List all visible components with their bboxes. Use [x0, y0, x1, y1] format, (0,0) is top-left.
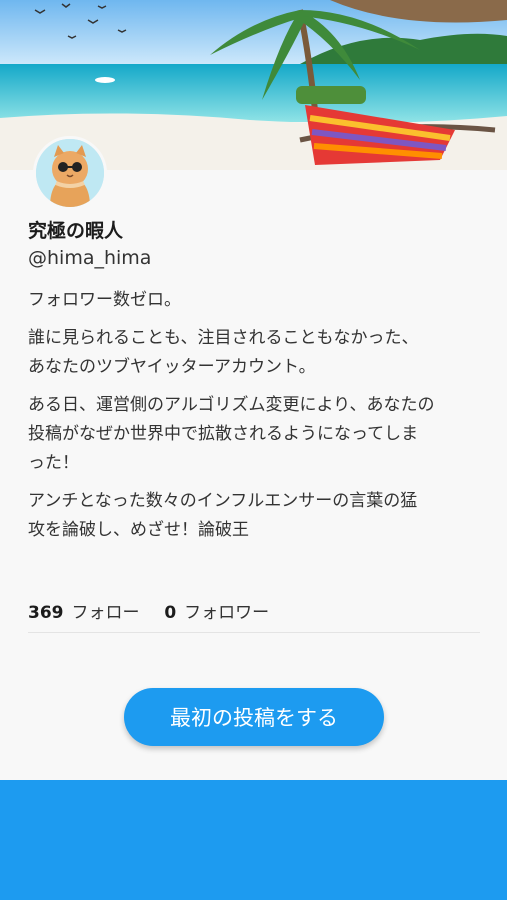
avatar[interactable] — [33, 136, 107, 210]
followers-label: フォロワー — [184, 603, 270, 623]
bio-paragraph: 誰に見られることも、注目されることもなかった、 あなたのツブヤイッターアカウント… — [28, 328, 419, 377]
following-stat[interactable]: 369 フォロー — [28, 603, 145, 623]
bio-paragraph: アンチとなった数々のインフルエンサーの言葉の猛 攻を論破し、めざせ！論破王 — [28, 491, 418, 540]
bio: フォロワー数ゼロ。 誰に見られることも、注目されることもなかった、 あなたのツブ… — [28, 286, 488, 554]
first-post-button[interactable]: 最初の投稿をする — [124, 688, 384, 746]
bio-paragraph: ある日、運営側のアルゴリズム変更により、あなたの 投稿がなぜか世界中で拡散される… — [28, 395, 435, 473]
divider — [28, 632, 480, 633]
followers-stat[interactable]: 0 フォロワー — [164, 603, 269, 623]
followers-count: 0 — [164, 603, 177, 623]
user-handle: @hima_hima — [28, 247, 152, 269]
cat-with-sunglasses-avatar — [36, 139, 104, 207]
profile-card: 究極の暇人 @hima_hima フォロワー数ゼロ。 誰に見られることも、注目さ… — [0, 136, 507, 780]
footer-bar — [0, 780, 507, 900]
following-label: フォロー — [71, 603, 140, 623]
following-count: 369 — [28, 603, 64, 623]
display-name: 究極の暇人 — [28, 220, 124, 242]
bio-paragraph: フォロワー数ゼロ。 — [28, 290, 181, 310]
follow-stats: 369 フォロー 0 フォロワー — [28, 598, 269, 623]
